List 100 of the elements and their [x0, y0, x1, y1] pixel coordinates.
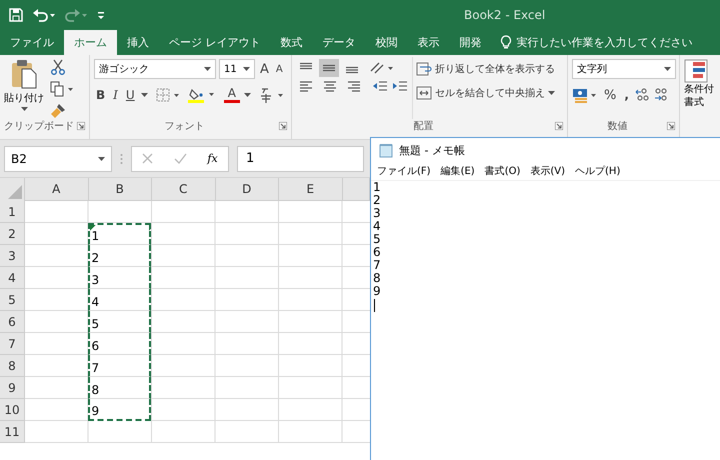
orientation-icon[interactable]: [369, 61, 395, 75]
wrap-text-icon: [416, 62, 432, 76]
align-icon: [323, 80, 337, 92]
column-header[interactable]: D: [216, 178, 279, 201]
group-label: 数値: [608, 120, 628, 133]
table-cell[interactable]: 8: [88, 377, 151, 399]
name-box[interactable]: B2: [4, 146, 112, 172]
launcher-icon[interactable]: [667, 122, 675, 130]
table-cell[interactable]: 5: [88, 311, 151, 333]
row-header[interactable]: 10: [0, 399, 25, 421]
merge-center-button[interactable]: セルを結合して中央揃え: [416, 84, 555, 102]
row-header[interactable]: 1: [0, 201, 25, 223]
copy-icon[interactable]: [50, 81, 74, 97]
increase-indent-icon[interactable]: [392, 80, 408, 92]
table-cell[interactable]: 6: [88, 333, 151, 355]
vertical-align-button[interactable]: [319, 59, 339, 77]
undo-icon[interactable]: [32, 7, 56, 23]
format-painter-icon[interactable]: [50, 103, 66, 119]
ribbon-tab[interactable]: 表示: [408, 30, 450, 55]
launcher-icon[interactable]: [77, 122, 85, 130]
row-header[interactable]: 3: [0, 245, 25, 267]
paste-button[interactable]: 貼り付け: [4, 57, 44, 119]
group-label: 配置: [414, 120, 434, 133]
group-label: クリップボード: [4, 120, 74, 133]
window-title: Book2 - Excel: [464, 8, 546, 22]
percent-button[interactable]: %: [602, 88, 618, 102]
table-cell[interactable]: 7: [88, 355, 151, 377]
caret-icon: [140, 93, 148, 97]
tell-me-field[interactable]: 実行したい作業を入力してください: [492, 30, 692, 55]
currency-icon[interactable]: [572, 87, 598, 103]
save-icon[interactable]: [8, 7, 24, 23]
shrink-font-button[interactable]: A: [274, 64, 285, 74]
grow-font-button[interactable]: A: [258, 62, 271, 76]
align-icon: [299, 80, 313, 92]
ribbon-tab[interactable]: ページ レイアウト: [159, 30, 270, 55]
caret-icon: [244, 93, 251, 97]
conditional-format-button[interactable]: 条件付 書式: [684, 57, 720, 111]
table-cell[interactable]: 4: [88, 289, 151, 311]
row-header[interactable]: 5: [0, 289, 25, 311]
menu-item[interactable]: ファイル(F): [373, 164, 435, 178]
window-title: 無題 - メモ帳: [399, 142, 465, 158]
table-cell[interactable]: 2: [88, 245, 151, 267]
column-header[interactable]: B: [88, 178, 152, 201]
underline-button[interactable]: U: [124, 88, 137, 102]
conditional-format-icon: [684, 59, 708, 83]
ribbon-tab[interactable]: ファイル: [0, 30, 64, 55]
row-header[interactable]: 4: [0, 267, 25, 289]
font-color-button[interactable]: A: [224, 87, 240, 103]
caret-icon: [243, 67, 250, 71]
notepad-icon: [379, 142, 393, 158]
row-header[interactable]: 9: [0, 377, 25, 399]
align-icon: [322, 62, 336, 74]
increase-decimal-icon[interactable]: [634, 88, 649, 102]
group-label: フォント: [164, 120, 204, 133]
table-cell[interactable]: 3: [88, 267, 151, 289]
row-header[interactable]: 6: [0, 311, 25, 333]
ribbon-tab[interactable]: 挿入: [117, 30, 159, 55]
caret-icon: [664, 67, 671, 71]
decrease-indent-icon[interactable]: [372, 80, 388, 92]
ribbon-tab[interactable]: 開発: [450, 30, 492, 55]
row-header[interactable]: 11: [0, 421, 25, 443]
insert-function-button[interactable]: fx: [207, 152, 218, 165]
caret-icon: [20, 107, 28, 111]
table-cell[interactable]: 1: [88, 223, 151, 245]
row-header[interactable]: 2: [0, 223, 25, 245]
launcher-icon[interactable]: [279, 122, 287, 130]
column-header[interactable]: E: [279, 178, 342, 201]
formula-field[interactable]: 1: [237, 146, 364, 172]
triangle-icon: [8, 185, 22, 199]
row-header[interactable]: 7: [0, 333, 25, 355]
ribbon-tab[interactable]: データ: [312, 30, 366, 55]
row-header[interactable]: 8: [0, 355, 25, 377]
comma-button[interactable]: ,: [622, 88, 631, 102]
ribbon-tab[interactable]: 数式: [270, 30, 312, 55]
menu-item[interactable]: 編集(E): [436, 164, 479, 178]
menu-item[interactable]: 書式(O): [480, 164, 524, 178]
menu-item[interactable]: 表示(V): [526, 164, 570, 178]
wrap-text-button[interactable]: 折り返して全体を表示する: [416, 60, 555, 78]
launcher-icon[interactable]: [555, 122, 563, 130]
check-icon[interactable]: [174, 153, 187, 164]
table-cell[interactable]: 9: [88, 399, 151, 421]
font-size-dropdown[interactable]: 11: [219, 59, 255, 79]
column-header[interactable]: A: [25, 178, 88, 201]
caret-icon: [98, 156, 105, 160]
menu-item[interactable]: ヘルプ(H): [571, 164, 624, 178]
ribbon-tab[interactable]: ホーム: [64, 30, 117, 55]
column-header[interactable]: C: [152, 178, 216, 201]
decrease-decimal-icon[interactable]: [652, 88, 667, 102]
lightbulb-icon: [500, 35, 512, 50]
fill-color-icon[interactable]: [188, 87, 216, 103]
scissors-icon[interactable]: [50, 59, 66, 75]
grip-icon: [120, 152, 123, 164]
number-format-dropdown[interactable]: 文字列: [572, 59, 676, 79]
italic-button[interactable]: I: [111, 88, 120, 102]
borders-icon[interactable]: [156, 88, 180, 102]
caret-icon: [204, 67, 211, 71]
font-name-dropdown[interactable]: 游ゴシック: [94, 59, 216, 79]
merge-icon: [416, 86, 432, 100]
bold-button[interactable]: B: [94, 88, 108, 102]
ribbon-tab[interactable]: 校閲: [366, 30, 408, 55]
